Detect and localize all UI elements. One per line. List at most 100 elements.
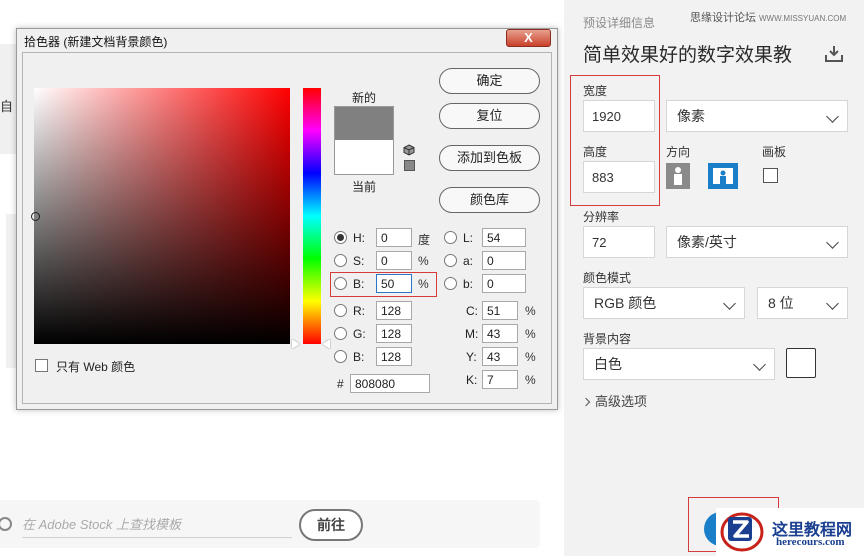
c-unit: % bbox=[525, 304, 536, 318]
k-field[interactable] bbox=[482, 370, 518, 389]
color-libraries-button[interactable]: 颜色库 bbox=[439, 187, 540, 213]
advanced-options-label: 高级选项 bbox=[595, 394, 648, 409]
resolution-unit-select[interactable]: 像素/英寸 bbox=[666, 226, 848, 258]
reset-button[interactable]: 复位 bbox=[439, 103, 540, 129]
a-label: a: bbox=[463, 254, 474, 268]
a-radio[interactable] bbox=[444, 254, 457, 267]
hex-label: # bbox=[337, 377, 344, 391]
h-field[interactable] bbox=[376, 228, 412, 247]
panel-heading: 预设详细信息 bbox=[583, 16, 656, 30]
blue-label: B: bbox=[353, 350, 365, 364]
hue-slider-handle-left[interactable] bbox=[292, 339, 300, 349]
hue-slider-handle-right[interactable] bbox=[322, 339, 330, 349]
m-field[interactable] bbox=[482, 324, 518, 343]
color-cursor[interactable] bbox=[31, 212, 40, 221]
resolution-unit-value: 像素/英寸 bbox=[677, 234, 737, 250]
g-label: G: bbox=[353, 327, 366, 341]
highlight-box bbox=[570, 75, 660, 206]
g-field[interactable] bbox=[376, 324, 412, 343]
a-field[interactable] bbox=[482, 251, 526, 270]
y-unit: % bbox=[525, 350, 536, 364]
s-label: S: bbox=[353, 254, 365, 268]
chevron-down-icon bbox=[723, 297, 736, 310]
color-mode-label: 颜色模式 bbox=[583, 271, 632, 285]
h-radio[interactable] bbox=[334, 231, 347, 244]
y-label: Y: bbox=[466, 350, 477, 364]
background-contents-value: 白色 bbox=[594, 356, 622, 372]
save-preset-icon[interactable] bbox=[824, 45, 844, 63]
k-unit: % bbox=[525, 373, 536, 387]
r-field[interactable] bbox=[376, 301, 412, 320]
new-color-swatch bbox=[334, 106, 394, 140]
l-label: L: bbox=[463, 231, 474, 245]
l-field[interactable] bbox=[482, 228, 526, 247]
logo-icon bbox=[720, 512, 764, 552]
chevron-down-icon bbox=[826, 297, 839, 310]
bit-depth-value: 8 位 bbox=[768, 295, 794, 311]
lab-b-field[interactable] bbox=[482, 274, 526, 293]
goto-button[interactable]: 前往 bbox=[299, 509, 363, 541]
s-radio[interactable] bbox=[334, 254, 347, 267]
chevron-down-icon bbox=[826, 236, 839, 249]
document-name-field[interactable]: 简单效果好的数字效果教 bbox=[583, 40, 819, 70]
blue-field[interactable] bbox=[376, 347, 412, 366]
add-to-swatches-button[interactable]: 添加到色板 bbox=[439, 145, 540, 171]
width-unit-value: 像素 bbox=[677, 108, 705, 124]
current-color-swatch[interactable] bbox=[334, 140, 394, 175]
hue-slider[interactable] bbox=[303, 88, 321, 344]
ok-button[interactable]: 确定 bbox=[439, 68, 540, 94]
web-colors-only-checkbox[interactable] bbox=[35, 359, 48, 372]
color-mode-value: RGB 颜色 bbox=[594, 295, 657, 311]
landscape-orientation-icon[interactable] bbox=[708, 163, 738, 189]
c-label: C: bbox=[466, 304, 478, 318]
hex-field[interactable] bbox=[350, 374, 430, 393]
watermark: 思缘设计论坛 WWW.MISSYUAN.COM bbox=[690, 9, 846, 25]
orientation-label: 方向 bbox=[666, 145, 691, 159]
r-label: R: bbox=[353, 304, 365, 318]
blue-radio[interactable] bbox=[334, 350, 347, 363]
preset-card-label: 自 bbox=[0, 99, 14, 114]
logo-text-en: herecours.com bbox=[776, 536, 845, 548]
chevron-down-icon bbox=[826, 110, 839, 123]
resolution-label: 分辨率 bbox=[583, 210, 620, 224]
bit-depth-select[interactable]: 8 位 bbox=[757, 287, 848, 319]
color-mode-select[interactable]: RGB 颜色 bbox=[583, 287, 745, 319]
advanced-options-toggle[interactable]: 高级选项 bbox=[581, 391, 648, 410]
s-unit: % bbox=[418, 254, 429, 268]
artboard-checkbox[interactable] bbox=[763, 168, 778, 183]
close-button[interactable]: X bbox=[506, 29, 551, 47]
background-color-swatch[interactable] bbox=[786, 348, 816, 378]
background-contents-select[interactable]: 白色 bbox=[583, 348, 775, 380]
stock-search-input[interactable] bbox=[22, 512, 292, 538]
current-color-label: 当前 bbox=[352, 180, 377, 194]
portrait-orientation-icon[interactable] bbox=[666, 163, 690, 189]
chevron-right-icon bbox=[581, 397, 591, 407]
web-colors-only-label: 只有 Web 颜色 bbox=[56, 360, 136, 374]
background-contents-label: 背景内容 bbox=[583, 332, 632, 346]
highlight-box bbox=[330, 272, 437, 297]
m-unit: % bbox=[525, 327, 536, 341]
dialog-title: 拾色器 (新建文档背景颜色) bbox=[24, 35, 168, 49]
l-radio[interactable] bbox=[444, 231, 457, 244]
watermark-site: WWW.MISSYUAN.COM bbox=[759, 14, 847, 23]
r-radio[interactable] bbox=[334, 304, 347, 317]
h-unit: 度 bbox=[418, 233, 431, 247]
resolution-input[interactable] bbox=[583, 226, 655, 258]
width-unit-select[interactable]: 像素 bbox=[666, 100, 848, 132]
c-field[interactable] bbox=[482, 301, 518, 320]
m-label: M: bbox=[465, 327, 479, 341]
cube-icon[interactable] bbox=[403, 144, 415, 156]
new-color-label: 新的 bbox=[352, 91, 377, 105]
web-safe-color-swatch[interactable] bbox=[404, 160, 415, 171]
saturation-brightness-field[interactable] bbox=[34, 88, 290, 344]
artboard-label: 画板 bbox=[762, 145, 787, 159]
lab-b-radio[interactable] bbox=[444, 277, 457, 290]
lab-b-label: b: bbox=[463, 277, 474, 291]
g-radio[interactable] bbox=[334, 327, 347, 340]
h-label: H: bbox=[353, 231, 365, 245]
s-field[interactable] bbox=[376, 251, 412, 270]
y-field[interactable] bbox=[482, 347, 518, 366]
chevron-down-icon bbox=[753, 358, 766, 371]
watermark-cn: 思缘设计论坛 bbox=[690, 12, 756, 24]
k-label: K: bbox=[466, 373, 478, 387]
